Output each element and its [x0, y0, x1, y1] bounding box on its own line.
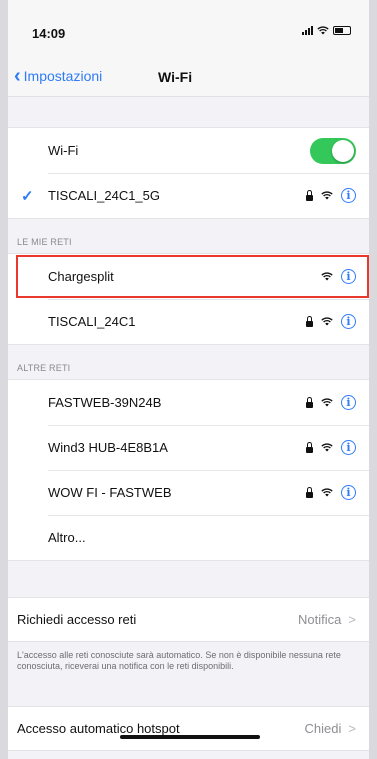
back-button[interactable]: ‹ Impostazioni — [14, 65, 103, 87]
navigation-bar: ‹ Impostazioni Wi-Fi — [8, 60, 369, 97]
lock-icon — [306, 189, 313, 201]
info-icon[interactable]: i — [341, 188, 356, 203]
network-name: Wind3 HUB-4E8B1A — [48, 440, 168, 455]
other-networks-header: ALTRE RETI — [17, 363, 71, 373]
wifi-icon — [321, 191, 333, 200]
ask-to-join-row[interactable]: Richiedi accesso reti Notifica > — [8, 598, 369, 641]
info-icon[interactable]: i — [341, 314, 356, 329]
network-name: TISCALI_24C1 — [48, 314, 136, 329]
wifi-toggle-row: Wi-Fi — [8, 128, 369, 173]
wifi-group: Wi-Fi ✓ TISCALI_24C1_5G i — [8, 127, 369, 219]
back-label: Impostazioni — [23, 68, 103, 84]
lock-icon — [306, 396, 313, 408]
network-row-tiscali[interactable]: TISCALI_24C1 i — [8, 299, 369, 344]
status-bar: 14:09 — [8, 0, 369, 60]
wifi-status-icon — [317, 26, 329, 35]
network-name: Chargesplit — [48, 269, 114, 284]
network-row-fastweb[interactable]: FASTWEB-39N24B i — [8, 380, 369, 425]
page-title: Wi-Fi — [158, 69, 193, 85]
ask-to-join-value: Notifica — [298, 612, 342, 627]
status-icons — [302, 26, 351, 35]
cellular-signal-icon — [302, 26, 313, 35]
back-chevron-icon: ‹ — [14, 65, 21, 87]
phone-screen: 14:09 ‹ Impostazioni Wi-Fi Wi-Fi ✓ TISCA… — [8, 0, 369, 759]
ask-to-join-group: Richiedi accesso reti Notifica > — [8, 597, 369, 642]
auto-join-hotspot-value: Chiedi — [304, 721, 342, 736]
info-icon[interactable]: i — [341, 269, 356, 284]
network-row-wowfi[interactable]: WOW FI - FASTWEB i — [8, 470, 369, 515]
network-name: TISCALI_24C1_5G — [48, 188, 161, 203]
info-icon[interactable]: i — [341, 485, 356, 500]
chevron-right-icon: > — [348, 612, 356, 627]
auto-join-hotspot-row[interactable]: Accesso automatico hotspot Chiedi > — [8, 707, 369, 750]
checkmark-icon: ✓ — [21, 187, 34, 205]
ask-to-join-label: Richiedi accesso reti — [17, 612, 137, 627]
wifi-icon — [321, 488, 333, 497]
wifi-icon — [321, 443, 333, 452]
network-name: FASTWEB-39N24B — [48, 395, 162, 410]
status-time: 14:09 — [32, 26, 66, 41]
my-networks-header: LE MIE RETI — [17, 237, 72, 247]
home-indicator[interactable] — [120, 735, 260, 739]
my-networks-group: Chargesplit i TISCALI_24C1 i — [8, 253, 369, 345]
info-icon[interactable]: i — [341, 395, 356, 410]
network-row-chargesplit[interactable]: Chargesplit i — [8, 254, 369, 299]
lock-icon — [306, 486, 313, 498]
lock-icon — [306, 441, 313, 453]
wifi-toggle[interactable] — [310, 137, 356, 164]
network-name: WOW FI - FASTWEB — [48, 485, 172, 500]
info-icon[interactable]: i — [341, 440, 356, 455]
ask-to-join-footnote: L'accesso alle reti conosciute sarà auto… — [17, 650, 341, 671]
auto-join-hotspot-label: Accesso automatico hotspot — [17, 721, 180, 736]
wifi-toggle-label: Wi-Fi — [48, 143, 79, 158]
other-network-row[interactable]: Altro... — [8, 515, 369, 560]
auto-join-group: Accesso automatico hotspot Chiedi > — [8, 706, 369, 751]
wifi-icon — [321, 398, 333, 407]
wifi-icon — [321, 272, 333, 281]
other-network-label: Altro... — [48, 530, 86, 545]
network-row-wind3[interactable]: Wind3 HUB-4E8B1A i — [8, 425, 369, 470]
battery-icon — [333, 26, 351, 35]
connected-network-row[interactable]: ✓ TISCALI_24C1_5G i — [8, 173, 369, 218]
other-networks-group: FASTWEB-39N24B i Wind3 HUB-4E8B1A i WOW … — [8, 379, 369, 561]
lock-icon — [306, 315, 313, 327]
chevron-right-icon: > — [348, 721, 356, 736]
wifi-icon — [321, 317, 333, 326]
